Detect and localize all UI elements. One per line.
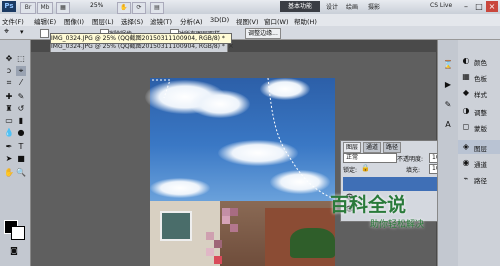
paths-panel-icon: ⌁ [463, 174, 469, 183]
blend-mode-select[interactable]: 正常 [343, 153, 397, 163]
styles-panel-icon: ◆ [462, 88, 470, 97]
brush-panel-icon[interactable]: ✎ [443, 100, 453, 110]
crop-icon[interactable]: ⌗ [4, 78, 14, 88]
tools-panel: ✥ ⬚ ↄ ⌖ ⌗ ⁄ ✚ ✎ ♜ ↺ ▭ ▮ 💧 ● ✒ T ➤ ■ ✋ 🔍 … [0, 40, 31, 266]
panel-label: 色板 [474, 75, 487, 83]
masks-panel-icon: ◻ [462, 122, 470, 131]
panel-swatches[interactable]: ▦ 色板 [458, 70, 500, 84]
title-bar: Ps Br Mb ▦ 25% ✋ ⟳ ▤ 基本功能 设计 绘画 摄影 CS Li… [0, 0, 500, 15]
panel-label: 通道 [474, 161, 487, 169]
menu-3d[interactable]: 3D(D) [210, 16, 229, 24]
blur-icon[interactable]: 💧 [4, 128, 14, 138]
character-panel-icon[interactable]: A [443, 120, 453, 130]
panel-layers[interactable]: ◈ 图层 [458, 140, 500, 154]
brush-icon[interactable]: ✎ [16, 92, 26, 102]
lock-label: 锁定: [343, 167, 358, 174]
tab-layers[interactable]: 图层 [343, 142, 362, 153]
document-tooltip: IMG_0324.JPG @ 25% (QQ截图20150311100904, … [50, 33, 232, 44]
minibridge-button[interactable]: Mb [37, 2, 53, 14]
menu-filter[interactable]: 滤镜(T) [150, 16, 172, 26]
quick-select-icon[interactable]: ⌖ [16, 66, 26, 76]
move-icon[interactable]: ✥ [4, 54, 14, 64]
path-select-icon[interactable]: ➤ [4, 154, 14, 164]
history-panel-icon[interactable]: ⌛ [443, 60, 453, 70]
layers-panel-icon: ◈ [462, 142, 470, 151]
maximize-button[interactable]: □ [473, 1, 485, 12]
panel-adjustments[interactable]: ◑ 调整 [458, 104, 500, 118]
lasso-icon[interactable]: ↄ [4, 66, 14, 76]
gradient-icon[interactable]: ▮ [16, 116, 26, 126]
adjustments-panel-icon: ◑ [462, 106, 470, 115]
quick-mask-icon[interactable]: ◙ [9, 246, 19, 256]
watermark: 百科全说 助你轻松解决 [330, 190, 470, 240]
eyedropper-icon[interactable]: ⁄ [16, 78, 26, 88]
new-selection-button[interactable] [40, 29, 49, 38]
arrange-documents-button[interactable]: ▤ [150, 2, 164, 14]
rotate-view-button[interactable]: ⟳ [132, 2, 146, 14]
actions-panel-icon[interactable]: ▶ [443, 80, 453, 90]
type-icon[interactable]: T [16, 142, 26, 152]
hand-icon[interactable]: ✋ [4, 168, 14, 178]
fill-label: 填充: [406, 167, 421, 174]
pen-icon[interactable]: ✒ [4, 142, 14, 152]
document-image[interactable] [145, 78, 335, 266]
close-button[interactable]: × [486, 1, 498, 12]
background-color-swatch[interactable] [11, 226, 25, 240]
panel-styles[interactable]: ◆ 样式 [458, 86, 500, 100]
lock-icon[interactable]: 🔒 [361, 164, 370, 172]
channels-panel-icon: ◉ [462, 158, 470, 167]
panel-paths[interactable]: ⌁ 路径 [458, 172, 500, 186]
zoom-level[interactable]: 25% [90, 2, 103, 9]
tool-preset-chevron-icon[interactable]: ▾ [20, 28, 24, 36]
menu-window[interactable]: 窗口(W) [264, 16, 289, 26]
panel-label: 调整 [474, 109, 487, 117]
history-brush-icon[interactable]: ↺ [16, 104, 26, 114]
shape-icon[interactable]: ■ [16, 154, 26, 164]
menu-select[interactable]: 选择(S) [121, 16, 143, 26]
selection-marching-ants [152, 78, 333, 199]
swatches-panel-icon: ▦ [462, 72, 470, 81]
stamp-icon[interactable]: ♜ [4, 104, 14, 114]
panel-label: 图层 [474, 145, 487, 153]
quick-select-tool-icon[interactable]: ⌖ [4, 27, 9, 37]
menu-image[interactable]: 图像(I) [64, 16, 84, 26]
opacity-label: 不透明度: [397, 156, 424, 163]
menu-file[interactable]: 文件(F) [2, 16, 24, 26]
menu-edit[interactable]: 编辑(E) [34, 16, 56, 26]
menu-help[interactable]: 帮助(H) [294, 16, 317, 26]
workspace-photography[interactable]: 摄影 [368, 2, 380, 11]
photoshop-logo: Ps [2, 1, 16, 12]
menu-view[interactable]: 视图(V) [236, 16, 259, 26]
color-panel-icon: ◐ [462, 56, 470, 65]
panel-label: 颜色 [474, 59, 487, 67]
eraser-icon[interactable]: ▭ [4, 116, 14, 126]
marquee-icon[interactable]: ⬚ [16, 54, 26, 64]
watermark-title: 百科全说 [330, 194, 407, 216]
workspace-basic-button[interactable]: 基本功能 [280, 1, 320, 12]
view-extras-button[interactable]: ▦ [56, 2, 70, 14]
menu-layer[interactable]: 图层(L) [92, 16, 114, 26]
panel-label: 样式 [474, 91, 487, 99]
tab-paths[interactable]: 路径 [383, 142, 402, 153]
refine-edge-button[interactable]: 调整边缘... [245, 28, 281, 39]
zoom-icon[interactable]: 🔍 [16, 168, 26, 178]
workspace-painting[interactable]: 绘画 [346, 2, 358, 11]
heal-icon[interactable]: ✚ [4, 92, 14, 102]
cs-live-button[interactable]: CS Live [430, 2, 452, 9]
tab-channels[interactable]: 通道 [363, 142, 382, 153]
bridge-button[interactable]: Br [20, 2, 36, 14]
panel-label: 蒙版 [474, 125, 487, 133]
watermark-subtitle: 助你轻松解决 [370, 220, 425, 230]
minimize-button[interactable]: – [460, 1, 472, 12]
hand-tool-button[interactable]: ✋ [117, 2, 131, 14]
dodge-icon[interactable]: ● [16, 128, 26, 138]
panel-masks[interactable]: ◻ 蒙版 [458, 120, 500, 134]
menu-analysis[interactable]: 分析(A) [180, 16, 203, 26]
panel-label: 路径 [474, 177, 487, 185]
panel-channels[interactable]: ◉ 通道 [458, 156, 500, 170]
panel-color[interactable]: ◐ 颜色 [458, 54, 500, 68]
workspace-design[interactable]: 设计 [326, 2, 338, 11]
